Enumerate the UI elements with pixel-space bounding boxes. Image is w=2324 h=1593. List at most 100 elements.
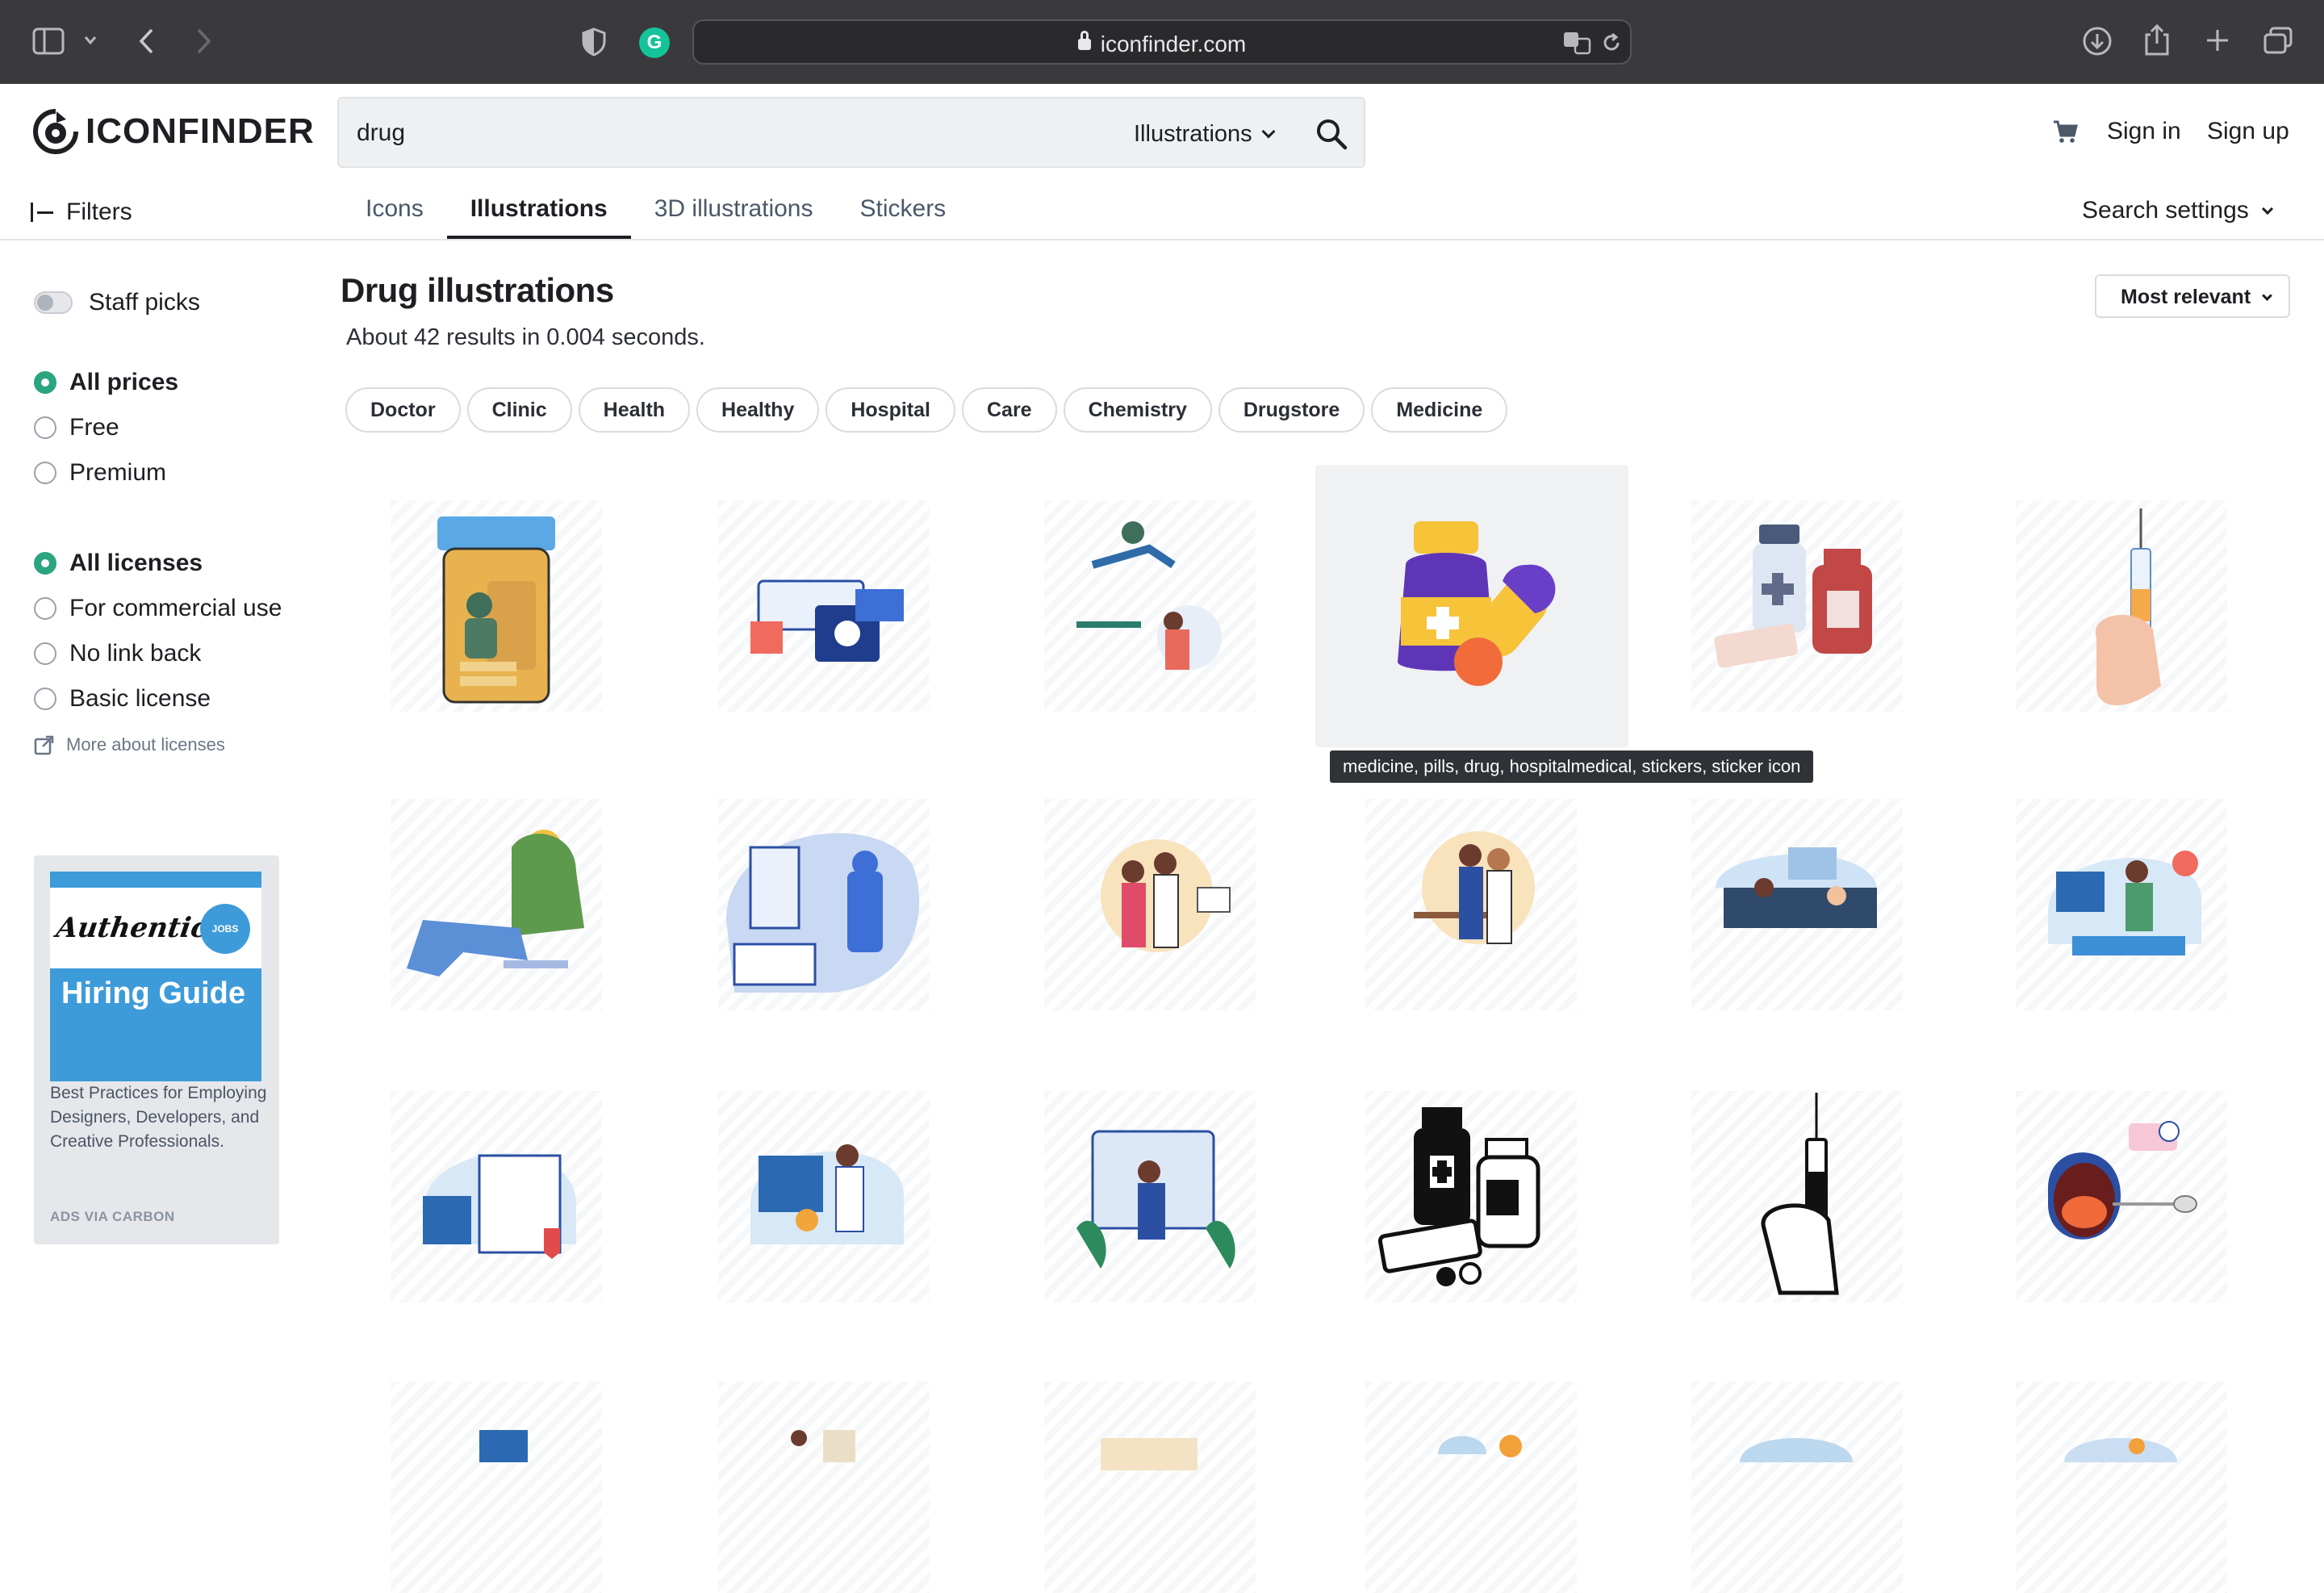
tag-chip[interactable]: Clinic	[466, 387, 572, 433]
eye-logo-icon	[32, 109, 78, 155]
illustration-result[interactable]	[391, 799, 602, 1010]
illustration-thumbnail	[1740, 1438, 1853, 1462]
shield-icon[interactable]	[581, 27, 607, 56]
back-icon[interactable]	[137, 27, 157, 55]
illustration-result[interactable]	[1365, 500, 1577, 712]
illustration-result[interactable]	[718, 799, 930, 1010]
pharmacy-store-illustration	[2048, 851, 2201, 955]
sidebar-toggle-icon[interactable]	[32, 27, 65, 55]
radio-icon	[34, 462, 56, 484]
illustration-result[interactable]	[1691, 799, 1903, 1010]
more-about-licenses-link[interactable]: More about licenses	[34, 734, 225, 755]
illustration-result[interactable]	[1365, 1091, 1577, 1302]
icon-tags-tooltip: medicine, pills, drug, hospitalmedical, …	[1330, 751, 1814, 783]
illustration-result[interactable]	[1691, 1091, 1903, 1302]
illustration-result[interactable]	[718, 1382, 930, 1593]
ad-body[interactable]: Best Practices for Employing Designers, …	[50, 1047, 268, 1154]
illustration-result[interactable]	[718, 1091, 930, 1302]
mouth-medicine-illustration	[2048, 1121, 2197, 1240]
ad-top-bar	[50, 872, 261, 888]
sign-in-link[interactable]: Sign in	[2107, 118, 2181, 145]
iconfinder-logo[interactable]: ICONFINDER	[32, 108, 315, 155]
price-filter-group: All prices Free Premium	[34, 360, 178, 495]
illustration-result[interactable]	[1365, 1382, 1577, 1593]
illustration-result[interactable]	[718, 500, 930, 712]
addiction-scene-illustration	[1076, 521, 1222, 670]
search-settings-button[interactable]: Search settings	[2082, 197, 2273, 224]
staff-picks-toggle[interactable]	[34, 291, 73, 314]
price-option-all[interactable]: All prices	[34, 360, 178, 405]
search-icon[interactable]	[1314, 116, 1349, 152]
illustration-result[interactable]	[1044, 500, 1256, 712]
tag-chip[interactable]: Hospital	[826, 387, 955, 433]
new-tab-icon[interactable]	[2205, 27, 2230, 53]
chevron-down-icon	[2262, 291, 2273, 301]
tag-chip[interactable]: Medicine	[1371, 387, 1508, 433]
search-bar[interactable]: drug Illustrations	[337, 97, 1365, 168]
syringe-hand-outline-illustration	[1761, 1093, 1839, 1295]
illustration-result[interactable]	[1044, 1382, 1256, 1593]
tag-chip[interactable]: Health	[578, 387, 691, 433]
tab-icons[interactable]: Icons	[342, 190, 447, 239]
chevron-down-icon[interactable]	[84, 36, 97, 45]
illustration-result[interactable]	[2016, 1382, 2227, 1593]
illustration-result[interactable]	[1044, 799, 1256, 1010]
illustration-result[interactable]	[1691, 1382, 1903, 1593]
radio-icon	[34, 416, 56, 439]
reload-icon[interactable]	[1601, 32, 1622, 53]
forward-icon[interactable]	[194, 27, 213, 55]
content-type-tabs: Icons Illustrations 3D illustrations Sti…	[342, 190, 969, 239]
staff-picks-filter[interactable]: Staff picks	[34, 289, 200, 316]
chevron-down-icon	[1261, 124, 1276, 139]
cart-icon[interactable]	[2053, 119, 2079, 144]
illustration-result[interactable]	[1691, 500, 1903, 712]
illustration-result[interactable]	[391, 1091, 602, 1302]
medicine-bottles-illustration	[1714, 525, 1872, 668]
illustration-thumbnail	[1101, 1438, 1198, 1470]
medicine-bottles-outline-illustration	[1377, 1107, 1540, 1286]
tab-stickers[interactable]: Stickers	[837, 190, 970, 239]
license-option-no-link-back[interactable]: No link back	[34, 631, 282, 676]
search-input[interactable]: drug	[357, 119, 405, 147]
tag-chip[interactable]: Doctor	[345, 387, 461, 433]
license-option-basic[interactable]: Basic license	[34, 676, 282, 721]
address-bar[interactable]: iconfinder.com	[692, 19, 1632, 65]
search-type-dropdown[interactable]: Illustrations	[1134, 121, 1276, 148]
illustration-result[interactable]	[391, 500, 602, 712]
pediatric-doctor-illustration	[750, 1144, 904, 1244]
tag-chip[interactable]: Chemistry	[1063, 387, 1212, 433]
carbon-ad[interactable]: Authentic JOBS Hiring Guide Best Practic…	[34, 855, 279, 1244]
price-option-premium[interactable]: Premium	[34, 450, 178, 495]
price-option-free[interactable]: Free	[34, 405, 178, 450]
license-option-commercial[interactable]: For commercial use	[34, 586, 282, 631]
url-text: iconfinder.com	[694, 31, 1630, 57]
grammarly-icon[interactable]: G	[639, 27, 670, 58]
download-icon[interactable]	[2082, 26, 2113, 56]
filters-toggle[interactable]: Filters	[31, 199, 132, 226]
tab-3d-illustrations[interactable]: 3D illustrations	[631, 190, 837, 239]
illustration-result[interactable]	[2016, 1091, 2227, 1302]
radio-checked-icon	[34, 552, 56, 575]
license-filter-group: All licenses For commercial use No link …	[34, 541, 282, 721]
translate-icon[interactable]	[1562, 31, 1595, 55]
illustration-result[interactable]	[2016, 799, 2227, 1010]
license-option-all[interactable]: All licenses	[34, 541, 282, 586]
sort-dropdown[interactable]: Most relevant	[2095, 274, 2290, 318]
result-count: About 42 results in 0.004 seconds.	[346, 324, 705, 350]
tag-chip[interactable]: Healthy	[696, 387, 820, 433]
tag-chip[interactable]: Care	[961, 387, 1057, 433]
illustration-result[interactable]	[1365, 799, 1577, 1010]
illustration-result[interactable]	[1044, 1091, 1256, 1302]
external-link-icon	[34, 735, 54, 755]
ad-footer[interactable]: ADS VIA CARBON	[50, 1209, 175, 1225]
tag-chip[interactable]: Drugstore	[1218, 387, 1365, 433]
hooded-man-illustration	[407, 830, 584, 976]
tab-illustrations[interactable]: Illustrations	[446, 190, 631, 239]
sign-up-link[interactable]: Sign up	[2207, 118, 2289, 145]
illustration-result[interactable]	[2016, 500, 2227, 712]
pharmacy-counter-illustration	[1414, 831, 1535, 944]
illustration-result[interactable]	[391, 1382, 602, 1593]
pharmacist-consultation-illustration	[1101, 839, 1231, 952]
tabs-overview-icon[interactable]	[2263, 26, 2293, 55]
share-icon[interactable]	[2143, 23, 2171, 56]
